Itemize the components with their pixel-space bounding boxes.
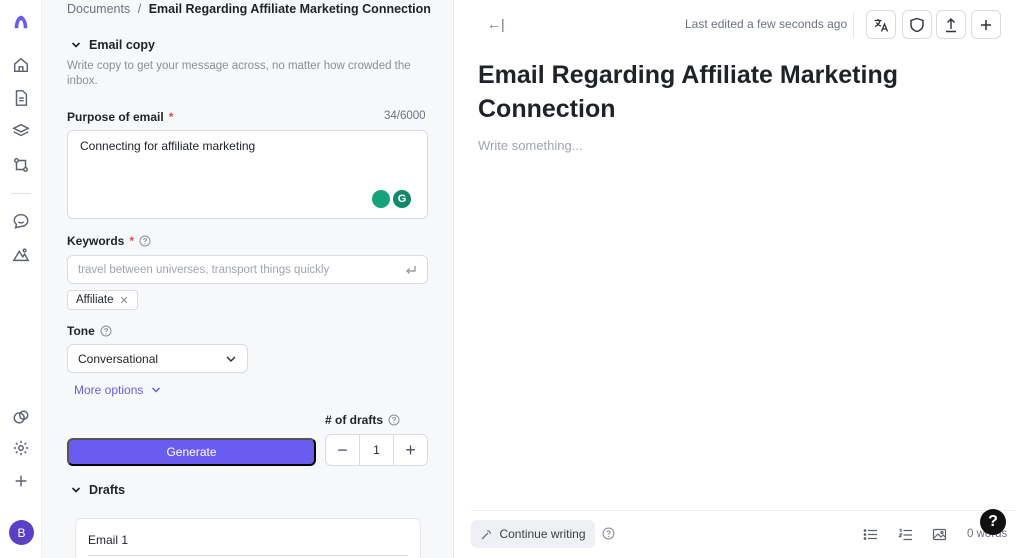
keyword-tag: Affiliate ✕ (67, 290, 138, 310)
tone-select[interactable]: Conversational (67, 344, 248, 373)
drafts-count-label: # of drafts (325, 413, 400, 427)
purpose-value: Connecting for affiliate marketing (80, 139, 256, 153)
character-counter: 34/6000 (384, 110, 426, 122)
workflow-icon[interactable] (11, 155, 31, 175)
document-icon[interactable] (11, 88, 31, 108)
keywords-label: Keywords * (67, 234, 151, 248)
plus-icon (981, 19, 991, 30)
bottom-divider (471, 510, 1016, 511)
help-circle-icon[interactable] (100, 325, 112, 337)
toolbar-divider (853, 12, 854, 38)
drafts-value[interactable]: 1 (359, 435, 394, 465)
enter-icon (406, 265, 416, 274)
security-button[interactable] (902, 10, 932, 39)
tone-selected: Conversational (78, 351, 159, 366)
drafts-section-toggle[interactable]: Drafts (71, 483, 125, 497)
settings-icon[interactable] (11, 438, 31, 458)
chevron-down-icon (71, 42, 81, 48)
collapse-panel-icon[interactable]: ←| (487, 16, 505, 32)
required-mark: * (129, 234, 135, 248)
keywords-input[interactable]: travel between universes, transport thin… (67, 255, 428, 284)
draft-card[interactable]: Email 1 (75, 518, 421, 558)
bullet-list-icon[interactable] (863, 527, 878, 542)
draft-card-title: Email 1 (88, 533, 129, 547)
close-icon[interactable]: ✕ (120, 294, 129, 307)
export-button[interactable] (936, 10, 966, 39)
image-icon[interactable] (932, 527, 947, 542)
upload-icon (946, 17, 956, 32)
document-title[interactable]: Email Regarding Affiliate Marketing Conn… (478, 58, 978, 126)
more-options-label: More options (74, 383, 144, 397)
help-circle-icon[interactable] (388, 414, 400, 426)
more-options-link[interactable]: More options (74, 383, 161, 397)
translate-icon (874, 18, 889, 32)
home-icon[interactable] (11, 55, 31, 75)
form-panel: Documents / Email Regarding Affiliate Ma… (42, 0, 454, 558)
editor-panel: ←| Last edited a few seconds ago Email R… (455, 0, 1024, 558)
chat-icon[interactable] (11, 211, 31, 231)
purpose-label-text: Purpose of email (67, 110, 164, 124)
increment-button[interactable]: + (394, 435, 427, 465)
drafts-stepper: − 1 + (325, 434, 428, 466)
editor-body[interactable]: Write something... (478, 138, 583, 153)
tone-label-text: Tone (67, 324, 95, 338)
tone-label: Tone (67, 324, 112, 338)
grammarly-icon[interactable]: G (393, 190, 411, 208)
app-root: B Documents / Email Regarding Affiliate … (0, 0, 1024, 558)
breadcrumb-root[interactable]: Documents (67, 2, 130, 16)
continue-writing-label: Continue writing (499, 527, 586, 541)
breadcrumb-separator: / (137, 2, 142, 16)
last-edited-status: Last edited a few seconds ago (685, 17, 848, 31)
drafts-title: Drafts (89, 483, 126, 497)
help-circle-icon[interactable] (602, 527, 615, 540)
shield-icon (910, 17, 924, 32)
keywords-label-text: Keywords (67, 234, 125, 248)
breadcrumb: Documents / Email Regarding Affiliate Ma… (67, 2, 431, 16)
purpose-textarea[interactable]: Connecting for affiliate marketing G (67, 130, 428, 219)
purpose-label: Purpose of email * (67, 110, 173, 124)
continue-writing-button[interactable]: Continue writing (471, 520, 595, 548)
circles-icon[interactable] (11, 407, 31, 427)
help-circle-icon[interactable] (139, 235, 151, 247)
required-mark: * (168, 110, 174, 124)
icon-rail: B (0, 0, 42, 558)
chevron-down-icon (152, 387, 161, 393)
keywords-placeholder: travel between universes, transport thin… (78, 263, 330, 276)
image-icon[interactable] (11, 245, 31, 265)
layers-icon[interactable] (11, 121, 31, 141)
generate-button[interactable]: Generate (67, 438, 316, 466)
plus-icon[interactable] (11, 471, 31, 491)
drafts-count-label-text: # of drafts (325, 413, 384, 427)
logo-icon[interactable] (11, 12, 31, 32)
decrement-button[interactable]: − (326, 435, 359, 465)
section-title: Email copy (89, 38, 155, 52)
grammarly-widget[interactable]: G (372, 190, 411, 208)
breadcrumb-current: Email Regarding Affiliate Marketing Conn… (148, 2, 431, 16)
draft-card-field (88, 555, 408, 556)
magic-wand-icon (482, 529, 492, 539)
section-description: Write copy to get your message across, n… (67, 60, 411, 87)
numbered-list-icon[interactable] (898, 527, 913, 542)
rail-divider (11, 193, 31, 194)
help-button[interactable]: ? (980, 509, 1006, 535)
chevron-down-icon (71, 487, 81, 493)
keyword-tag-label: Affiliate (76, 294, 114, 306)
chevron-down-icon (226, 355, 236, 362)
email-copy-section-toggle[interactable]: Email copy (71, 38, 155, 52)
add-button[interactable] (971, 10, 1001, 39)
translate-button[interactable] (866, 10, 896, 39)
avatar[interactable]: B (9, 520, 34, 545)
lightbulb-icon[interactable] (372, 190, 390, 208)
